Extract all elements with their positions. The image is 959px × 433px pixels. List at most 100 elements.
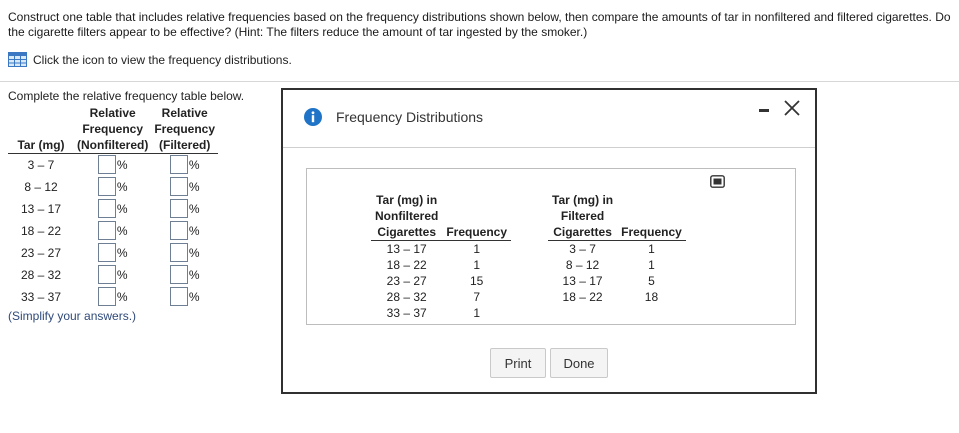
- percent-sign: %: [116, 179, 128, 194]
- section-divider: [0, 81, 959, 82]
- nonfiltered-distribution-table: Tar (mg) in Nonfiltered Cigarettes Frequ…: [371, 192, 512, 322]
- relative-frequency-rows: 3 – 7%% 8 – 12%% 13 – 17%% 18 – 22%% 23 – 27…: [8, 154, 218, 308]
- percent-sign: %: [116, 267, 128, 282]
- table-row: 33 – 37%%: [8, 286, 218, 308]
- filtered-class-header: Tar (mg) in Filtered Cigarettes: [548, 192, 618, 241]
- filtered-frequency-cell: 18: [644, 290, 659, 304]
- filtered-class-cell: 18 – 22: [562, 290, 603, 304]
- table-instruction: Complete the relative frequency table be…: [8, 89, 245, 103]
- table-row: 18 – 22 18: [548, 289, 686, 305]
- nonfiltered-rel-freq-input[interactable]: [97, 243, 116, 262]
- expand-icon[interactable]: [710, 175, 725, 188]
- filtered-frequency-cell: 1: [648, 242, 655, 256]
- tar-class-cell: 18 – 22: [20, 223, 62, 238]
- simplify-note: (Simplify your answers.): [8, 309, 137, 323]
- table-row: 18 – 22 1: [371, 257, 511, 273]
- tar-class-cell: 13 – 17: [20, 201, 62, 216]
- percent-sign: %: [116, 223, 128, 238]
- table-row: 13 – 17 1: [371, 241, 511, 258]
- table-row: 8 – 12%%: [8, 176, 218, 198]
- nonfiltered-class-cell: 13 – 17: [386, 242, 427, 256]
- nonfiltered-frequency-cell: 15: [470, 274, 484, 288]
- filtered-rows: 3 – 7 1 8 – 12 1 13 – 17 5 18 – 22 18: [548, 241, 686, 306]
- nonfiltered-class-cell: 18 – 22: [386, 258, 427, 272]
- nonfiltered-rel-freq-input[interactable]: [97, 177, 116, 196]
- table-row: 18 – 22%%: [8, 220, 218, 242]
- nonfiltered-class-cell: 23 – 27: [386, 274, 427, 288]
- header-relative-filtered: Relative: [161, 106, 208, 120]
- view-distributions-text[interactable]: Click the icon to view the frequency dis…: [33, 53, 292, 67]
- table-row: 13 – 17 5: [548, 273, 686, 289]
- filtered-rel-freq-input[interactable]: [169, 155, 188, 175]
- percent-sign: %: [188, 201, 200, 216]
- percent-sign: %: [188, 289, 200, 304]
- table-row: 3 – 7 1: [548, 241, 686, 258]
- filtered-rel-freq-input[interactable]: [169, 287, 188, 306]
- tar-class-cell: 3 – 7: [27, 157, 55, 172]
- done-button[interactable]: Done: [550, 348, 608, 378]
- filtered-frequency-cell: 1: [648, 258, 655, 272]
- nonfiltered-rel-freq-input[interactable]: [97, 221, 116, 240]
- filtered-class-cell: 8 – 12: [565, 258, 600, 272]
- nonfiltered-rel-freq-input[interactable]: [97, 199, 116, 218]
- frequency-distributions-dialog: Frequency Distributions Tar (mg) in Nonf…: [281, 88, 817, 394]
- table-row: 8 – 12 1: [548, 257, 686, 273]
- nonfiltered-rel-freq-input[interactable]: [97, 287, 116, 306]
- nonfiltered-class-header: Tar (mg) in Nonfiltered Cigarettes: [371, 192, 443, 241]
- percent-sign: %: [188, 179, 200, 194]
- tar-class-cell: 33 – 37: [20, 289, 62, 304]
- minimize-icon[interactable]: [757, 100, 771, 114]
- nonfiltered-frequency-header: Frequency: [442, 192, 512, 241]
- filtered-class-cell: 3 – 7: [569, 242, 596, 256]
- filtered-rel-freq-input[interactable]: [169, 199, 188, 218]
- filtered-rel-freq-input[interactable]: [169, 177, 188, 196]
- nonfiltered-frequency-cell: 1: [473, 306, 481, 320]
- relative-frequency-table: Relative Relative Frequency Frequency Ta…: [8, 105, 219, 308]
- close-icon[interactable]: [782, 98, 802, 118]
- header-frequency-filtered: Frequency: [154, 122, 216, 136]
- percent-sign: %: [116, 289, 128, 304]
- table-grid-icon[interactable]: [8, 52, 27, 67]
- nonfiltered-rel-freq-input[interactable]: [97, 265, 116, 284]
- nonfiltered-frequency-cell: 1: [473, 242, 481, 256]
- filtered-rel-freq-input[interactable]: [169, 221, 188, 240]
- header-filtered: (Filtered): [151, 137, 219, 154]
- dialog-title: Frequency Distributions: [336, 109, 484, 125]
- filtered-class-cell: 13 – 17: [562, 274, 603, 288]
- filtered-frequency-header: Frequency: [617, 192, 686, 241]
- table-row: 23 – 27%%: [8, 242, 218, 264]
- tar-class-cell: 28 – 32: [20, 267, 62, 282]
- header-nonfiltered: (Nonfiltered): [74, 137, 152, 154]
- table-row: 28 – 32 7: [371, 289, 511, 305]
- table-row: 3 – 7%%: [8, 154, 218, 176]
- nonfiltered-rows: 13 – 17 1 18 – 22 1 23 – 27 15 28 – 32 7 33 – 37…: [371, 241, 511, 322]
- table-row: 28 – 32%%: [8, 264, 218, 286]
- filtered-rel-freq-input[interactable]: [169, 243, 188, 262]
- percent-sign: %: [188, 267, 200, 282]
- tar-class-cell: 8 – 12: [24, 179, 58, 194]
- print-button[interactable]: Print: [490, 348, 546, 378]
- nonfiltered-class-cell: 33 – 37: [386, 306, 427, 320]
- header-frequency-nonfiltered: Frequency: [82, 122, 143, 136]
- header-tar: Tar (mg): [8, 137, 74, 154]
- percent-sign: %: [116, 157, 128, 172]
- percent-sign: %: [188, 245, 200, 260]
- view-distributions-link[interactable]: Click the icon to view the frequency dis…: [8, 52, 292, 67]
- info-icon: [304, 108, 322, 126]
- percent-sign: %: [116, 201, 128, 216]
- table-row: 33 – 37 1: [371, 305, 511, 321]
- nonfiltered-rel-freq-input[interactable]: [97, 155, 116, 175]
- header-relative-nonfiltered: Relative: [89, 106, 136, 120]
- percent-sign: %: [188, 223, 200, 238]
- question-text: Construct one table that includes relati…: [8, 10, 951, 39]
- percent-sign: %: [116, 245, 128, 260]
- table-row: 23 – 27 15: [371, 273, 511, 289]
- filtered-distribution-table: Tar (mg) in Filtered Cigarettes Frequenc…: [548, 192, 686, 305]
- table-row: 13 – 17%%: [8, 198, 218, 220]
- nonfiltered-frequency-cell: 7: [473, 290, 481, 304]
- filtered-rel-freq-input[interactable]: [169, 265, 188, 284]
- nonfiltered-frequency-cell: 1: [473, 258, 481, 272]
- nonfiltered-class-cell: 28 – 32: [386, 290, 427, 304]
- percent-sign: %: [188, 157, 200, 172]
- filtered-frequency-cell: 5: [648, 274, 655, 288]
